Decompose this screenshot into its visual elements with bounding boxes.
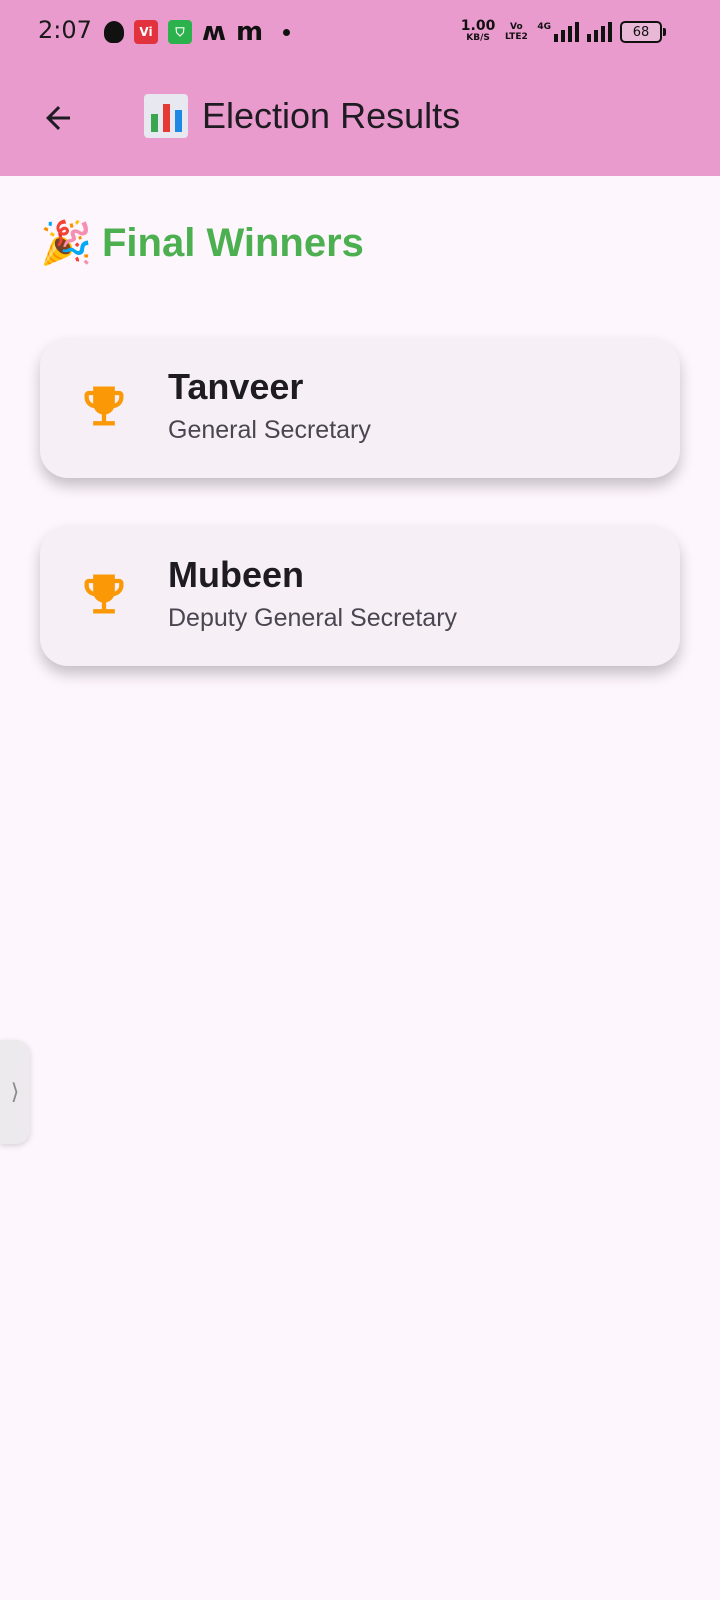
signal-icon bbox=[587, 22, 612, 42]
network-speed: 1.00 KB/S bbox=[460, 18, 496, 44]
snapchat-icon bbox=[104, 21, 124, 43]
volte-label: Vo bbox=[510, 22, 523, 32]
winner-position: General Secretary bbox=[168, 416, 371, 444]
signal-4g-icon: 4G bbox=[537, 22, 579, 42]
back-button[interactable] bbox=[30, 90, 86, 146]
trophy-icon bbox=[84, 386, 124, 426]
m-icon: m bbox=[236, 17, 264, 47]
m-icon: ʍ bbox=[202, 17, 227, 47]
chevron-right-icon: ⟩ bbox=[10, 1079, 20, 1105]
battery-level: 68 bbox=[632, 24, 650, 40]
party-popper-icon: 🎉 bbox=[40, 218, 93, 267]
system-icons: 1.00 KB/S Vo LTE2 4G 68 bbox=[460, 18, 666, 46]
status-time: 2:07 bbox=[38, 16, 92, 44]
volte-icon: Vo LTE2 bbox=[503, 22, 529, 42]
winner-name: Tanveer bbox=[168, 366, 304, 407]
status-bar: 2:07 Vi ⛉ ʍ m 1.00 KB/S Vo LTE2 4G 68 bbox=[0, 0, 720, 64]
app-bar: Election Results bbox=[0, 64, 720, 176]
arrow-back-icon bbox=[46, 106, 70, 130]
volte-sublabel: LTE2 bbox=[504, 32, 528, 42]
shopping-icon: ⛉ bbox=[168, 20, 192, 44]
vi-icon: Vi bbox=[134, 20, 158, 44]
notification-icons: Vi ⛉ ʍ m bbox=[104, 17, 291, 47]
winner-name: Mubeen bbox=[168, 554, 305, 595]
battery-icon: 68 bbox=[620, 21, 666, 43]
dot-icon bbox=[283, 28, 291, 36]
app-title: Election Results bbox=[144, 94, 460, 138]
bar-chart-icon bbox=[144, 94, 188, 138]
network-speed-value: 1.00 bbox=[460, 18, 496, 34]
trophy-icon bbox=[84, 574, 124, 614]
winner-position: Deputy General Secretary bbox=[168, 604, 458, 632]
heading-title: Final Winners bbox=[102, 220, 364, 265]
winner-card[interactable]: Mubeen Deputy General Secretary bbox=[40, 526, 680, 666]
network-type-label: 4G bbox=[537, 22, 551, 32]
winner-card[interactable]: Tanveer General Secretary bbox=[40, 338, 680, 478]
page-title: Election Results bbox=[202, 95, 461, 136]
edge-panel-handle[interactable]: ⟩ bbox=[0, 1040, 30, 1144]
section-heading: 🎉 Final Winners bbox=[40, 218, 364, 268]
